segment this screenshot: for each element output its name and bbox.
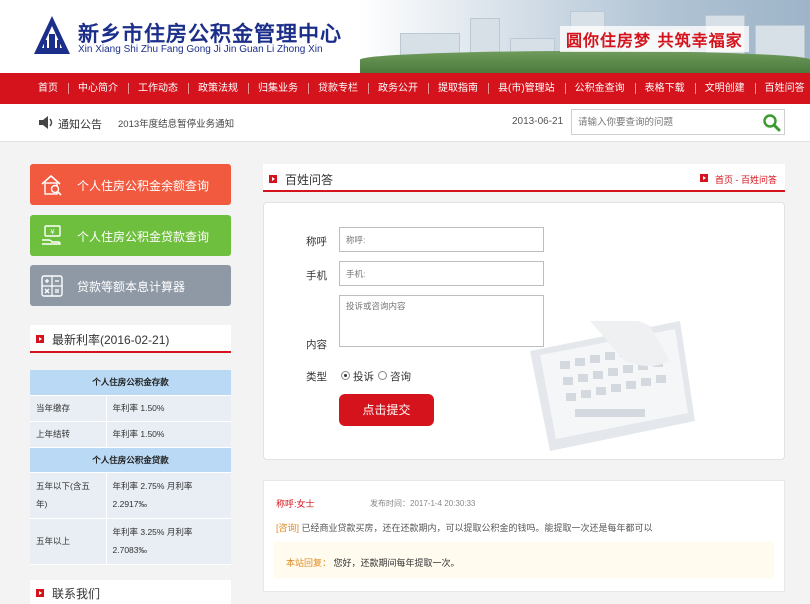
site-header: 新乡市住房公积金管理中心 Xin Xiang Shi Zhu Fang Gong… — [0, 0, 810, 73]
reply-box: 本站回复： 您好，还款期间每年提取一次。 — [274, 542, 774, 578]
nav-item-policy[interactable]: 政策法规 — [188, 73, 248, 104]
svg-text:¥: ¥ — [50, 228, 55, 236]
deposit-section-title: 个人住房公积金存款 — [30, 370, 231, 396]
reply-text: 您好，还款期间每年提取一次。 — [333, 558, 460, 568]
asker-name: 称呼:女士 — [276, 499, 315, 509]
qa-header: 百姓问答 首页 - 百姓问答 — [263, 164, 785, 192]
type-radio-consult[interactable] — [378, 371, 387, 380]
rate-value: 年利率 3.25% 月利率 2.7083‰ — [106, 518, 231, 565]
balance-query-label: 个人住房公积金余额查询 — [77, 179, 210, 193]
content-label: 内容 — [306, 339, 327, 351]
breadcrumb[interactable]: 首页 - 百姓问答 — [715, 173, 777, 186]
post-time: 发布时间：2017-1-4 20:30:33 — [370, 499, 476, 508]
notice-date: 2013-06-21 — [512, 116, 564, 127]
nav-item-collection[interactable]: 归集业务 — [248, 73, 308, 104]
name-label: 称呼 — [306, 236, 327, 248]
question-tag: [咨询] — [276, 523, 300, 533]
arrow-right-icon — [700, 174, 708, 182]
submit-button[interactable]: 点击提交 — [339, 394, 434, 426]
calculator-icon — [41, 275, 63, 297]
keyboard-illustration — [530, 321, 695, 451]
rates-table: 个人住房公积金存款 当年缴存 年利率 1.50% 上年结转 年利率 1.50% … — [30, 370, 231, 565]
type-radio-complaint[interactable] — [341, 371, 350, 380]
loan-query-label: 个人住房公积金贷款查询 — [77, 230, 210, 244]
rate-name: 当年缴存 — [30, 395, 107, 422]
phone-label: 手机 — [306, 270, 327, 282]
rate-name: 五年以下(含五年) — [30, 472, 107, 519]
phone-field[interactable] — [339, 261, 544, 286]
notice-label: 通知公告 — [58, 119, 102, 131]
search-box — [571, 109, 785, 135]
arrow-right-icon — [269, 175, 277, 183]
question-line: [咨询] 已经商业贷款买房，还在还款期内，可以提取公积金的钱吗。能提取一次还是每… — [276, 521, 653, 534]
balance-query-button[interactable]: 个人住房公积金余额查询 — [30, 164, 231, 205]
rate-value: 年利率 2.75% 月利率 2.2917‰ — [106, 472, 231, 519]
rates-title: 最新利率(2016-02-21) — [52, 333, 170, 347]
nav-item-qa[interactable]: 百姓问答 — [754, 73, 810, 104]
search-icon[interactable] — [762, 113, 781, 132]
rates-header: 最新利率(2016-02-21) — [30, 325, 231, 353]
rate-name: 上年结转 — [30, 421, 107, 448]
header-banner: 圆你住房梦 共筑幸福家 — [360, 0, 810, 73]
banner-slogan: 圆你住房梦 共筑幸福家 — [560, 26, 749, 52]
nav-item-withdraw-guide[interactable]: 提取指南 — [428, 73, 488, 104]
nav-item-county-stations[interactable]: 县(市)管理站 — [488, 73, 565, 104]
rate-value: 年利率 1.50% — [106, 395, 231, 422]
loan-section-title: 个人住房公积金贷款 — [30, 447, 231, 473]
nav-item-forms-download[interactable]: 表格下载 — [634, 73, 695, 104]
main-nav: 首页 中心简介 工作动态 政策法规 归集业务 贷款专栏 政务公开 提取指南 县(… — [0, 73, 810, 104]
loan-calculator-label: 贷款等额本息计算器 — [77, 280, 186, 294]
loan-calculator-button[interactable]: 贷款等额本息计算器 — [30, 265, 231, 306]
arrow-right-icon — [36, 335, 44, 343]
rate-value: 年利率 1.50% — [106, 421, 231, 448]
notice-headline[interactable]: 2013年度结息暂停业务通知 — [118, 116, 234, 130]
search-input[interactable] — [578, 114, 758, 130]
nav-item-home[interactable]: 首页 — [28, 73, 68, 104]
nav-item-civilization[interactable]: 文明创建 — [694, 73, 755, 104]
content-field[interactable] — [339, 295, 544, 347]
contact-header: 联系我们 — [30, 580, 231, 604]
type-option-consult: 咨询 — [390, 371, 411, 383]
contact-title[interactable]: 联系我们 — [52, 585, 100, 602]
reply-tag: 本站回复： — [286, 558, 332, 568]
type-label: 类型 — [306, 371, 327, 383]
house-search-icon — [41, 174, 62, 196]
nav-item-loan[interactable]: 贷款专栏 — [308, 73, 368, 104]
nav-item-about[interactable]: 中心简介 — [68, 73, 128, 104]
money-hand-icon: ¥ — [42, 225, 61, 245]
question-text: 已经商业贷款买房，还在还款期内，可以提取公积金的钱吗。能提取一次还是每年都可以 — [301, 523, 653, 533]
name-field[interactable] — [339, 227, 544, 252]
nav-item-news[interactable]: 工作动态 — [128, 73, 188, 104]
arrow-right-icon — [36, 589, 44, 597]
site-title-pinyin: Xin Xiang Shi Zhu Fang Gong Ji Jin Guan … — [78, 44, 323, 55]
nav-item-public-affairs[interactable]: 政务公开 — [368, 73, 428, 104]
rate-name: 五年以上 — [30, 518, 107, 565]
logo-icon[interactable] — [32, 14, 72, 56]
nav-item-fund-query[interactable]: 公积金查询 — [564, 73, 635, 104]
speaker-icon — [39, 116, 53, 129]
type-option-complaint: 投诉 — [353, 371, 374, 383]
loan-query-button[interactable]: ¥ 个人住房公积金贷款查询 — [30, 215, 231, 256]
qa-answer-item: 称呼:女士 发布时间：2017-1-4 20:30:33 [咨询] 已经商业贷款… — [263, 480, 785, 592]
qa-title: 百姓问答 — [285, 173, 334, 187]
